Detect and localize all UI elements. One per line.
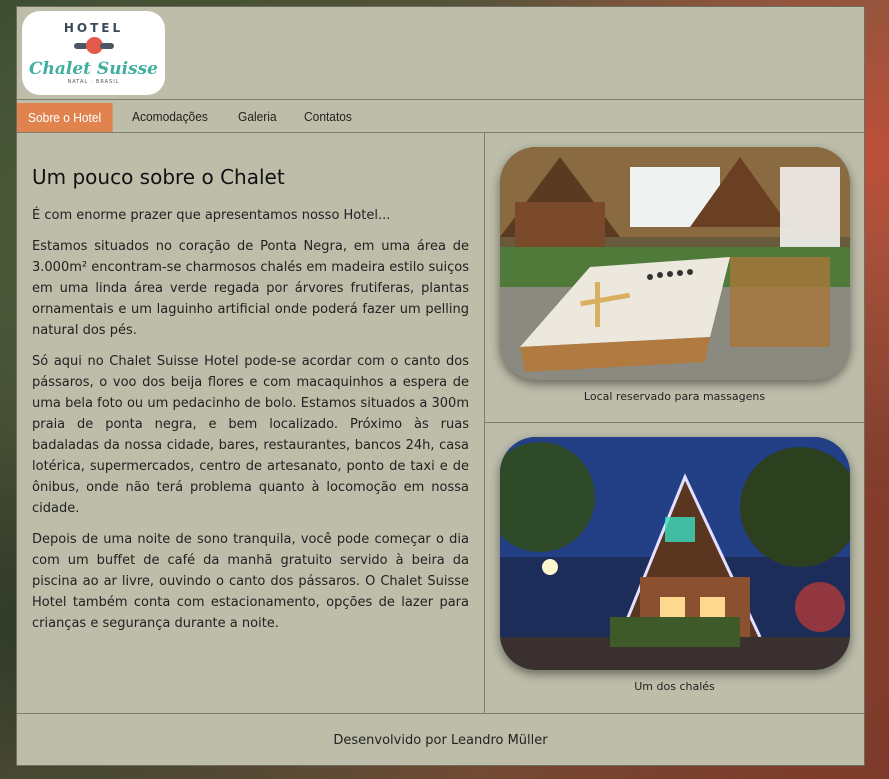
logo-location-text: NATAL · BRASIL [67, 79, 120, 85]
logo-hotel-text: HOTEL [63, 21, 124, 35]
photo-figure: Um dos chalés [485, 423, 864, 713]
page-title: Um pouco sobre o Chalet [32, 165, 285, 189]
nav-item-contatos[interactable]: Contatos [293, 100, 363, 132]
about-paragraph: Só aqui no Chalet Suisse Hotel pode-se a… [32, 354, 469, 516]
content-area: Um pouco sobre o Chalet É com enorme pra… [17, 133, 864, 714]
photo-sidebar: Local reservado para massagens Um dos ch… [485, 133, 864, 713]
chalet-photo [499, 437, 850, 670]
nav-item-sobre[interactable]: Sobre o Hotel [17, 103, 113, 132]
about-section: Um pouco sobre o Chalet É com enorme pra… [17, 133, 485, 713]
photo-caption: Um dos chalés [634, 680, 715, 693]
photo-caption: Local reservado para massagens [583, 390, 766, 403]
logo-name-text: Chalet Suisse [28, 59, 158, 79]
footer: Desenvolvido por Leandro Müller [17, 714, 864, 766]
photo-figure: Local reservado para massagens [485, 133, 864, 423]
massage-area-photo [499, 147, 850, 380]
header: HOTEL Chalet Suisse NATAL · BRASIL [17, 7, 864, 100]
about-paragraph: Depois de uma noite de sono tranquila, v… [32, 532, 469, 631]
nav-item-galeria[interactable]: Galeria [227, 100, 288, 132]
about-paragraph: Estamos situados no coração de Ponta Neg… [32, 239, 469, 338]
page-container: HOTEL Chalet Suisse NATAL · BRASIL Sobre… [16, 6, 865, 766]
hotel-logo[interactable]: HOTEL Chalet Suisse NATAL · BRASIL [22, 11, 165, 95]
footer-credit: Desenvolvido por Leandro Müller [333, 732, 548, 748]
about-paragraph: É com enorme prazer que apresentamos nos… [32, 208, 391, 223]
main-nav: Sobre o Hotel Acomodações Galeria Contat… [17, 100, 864, 133]
monkey-mascot-icon [73, 36, 114, 58]
nav-item-acomodacoes[interactable]: Acomodações [121, 100, 219, 132]
